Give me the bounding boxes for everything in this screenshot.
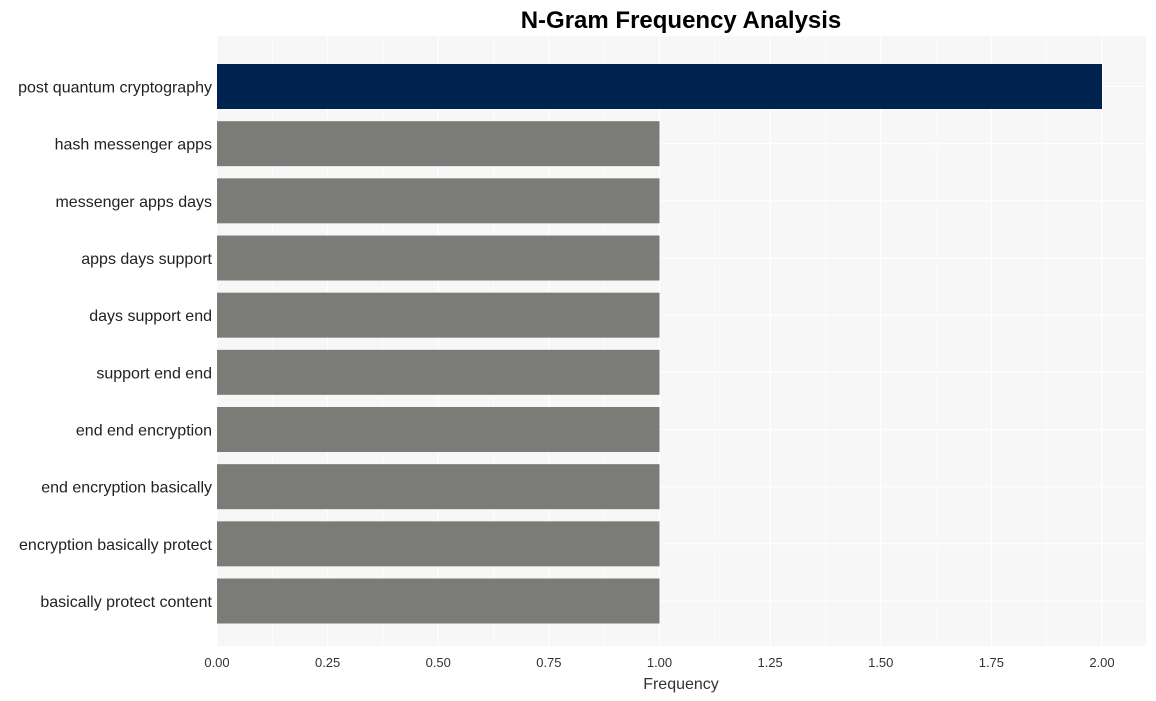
bar-end-encryption-basically xyxy=(217,464,660,510)
x-tick-label: 0.50 xyxy=(426,655,451,670)
bar-apps-days-support xyxy=(217,235,660,281)
x-tick-label: 1.25 xyxy=(757,655,782,670)
x-tick-label: 1.75 xyxy=(979,655,1004,670)
bar-encryption-basically-protect xyxy=(217,521,660,567)
x-tick-label: 1.00 xyxy=(647,655,672,670)
bar-hash-messenger-apps xyxy=(217,121,660,167)
bar-support-end-end xyxy=(217,349,660,395)
bar-messenger-apps-days xyxy=(217,178,660,224)
y-tick-labels: post quantum cryptography hash messenger … xyxy=(18,80,212,612)
x-tick-label: 0.25 xyxy=(315,655,340,670)
x-axis-label: Frequency xyxy=(643,676,719,693)
y-tick-label: end encryption basically xyxy=(41,480,212,497)
y-tick-label: end end encryption xyxy=(76,423,212,440)
y-tick-label: basically protect content xyxy=(40,594,212,611)
y-tick-label: apps days support xyxy=(81,251,212,268)
y-tick-label: post quantum cryptography xyxy=(18,80,212,97)
y-tick-label: hash messenger apps xyxy=(55,137,212,154)
x-tick-labels: 0.00 0.25 0.50 0.75 1.00 1.25 1.50 1.75 2.00 xyxy=(204,655,1114,670)
y-tick-label: encryption basically protect xyxy=(19,537,213,554)
ngram-bar-chart: post quantum cryptography hash messenger … xyxy=(18,7,1146,693)
bar-basically-protect-content xyxy=(217,578,660,624)
bar-days-support-end xyxy=(217,292,660,338)
bar-post-quantum-cryptography xyxy=(217,64,1102,109)
chart-title: N-Gram Frequency Analysis xyxy=(521,7,842,34)
y-tick-label: messenger apps days xyxy=(55,194,212,211)
x-tick-label: 2.00 xyxy=(1089,655,1114,670)
bar-end-end-encryption xyxy=(217,407,660,452)
y-tick-label: days support end xyxy=(89,308,212,325)
x-tick-label: 1.50 xyxy=(868,655,893,670)
y-tick-label: support end end xyxy=(96,365,212,382)
x-tick-label: 0.75 xyxy=(536,655,561,670)
x-tick-label: 0.00 xyxy=(204,655,229,670)
